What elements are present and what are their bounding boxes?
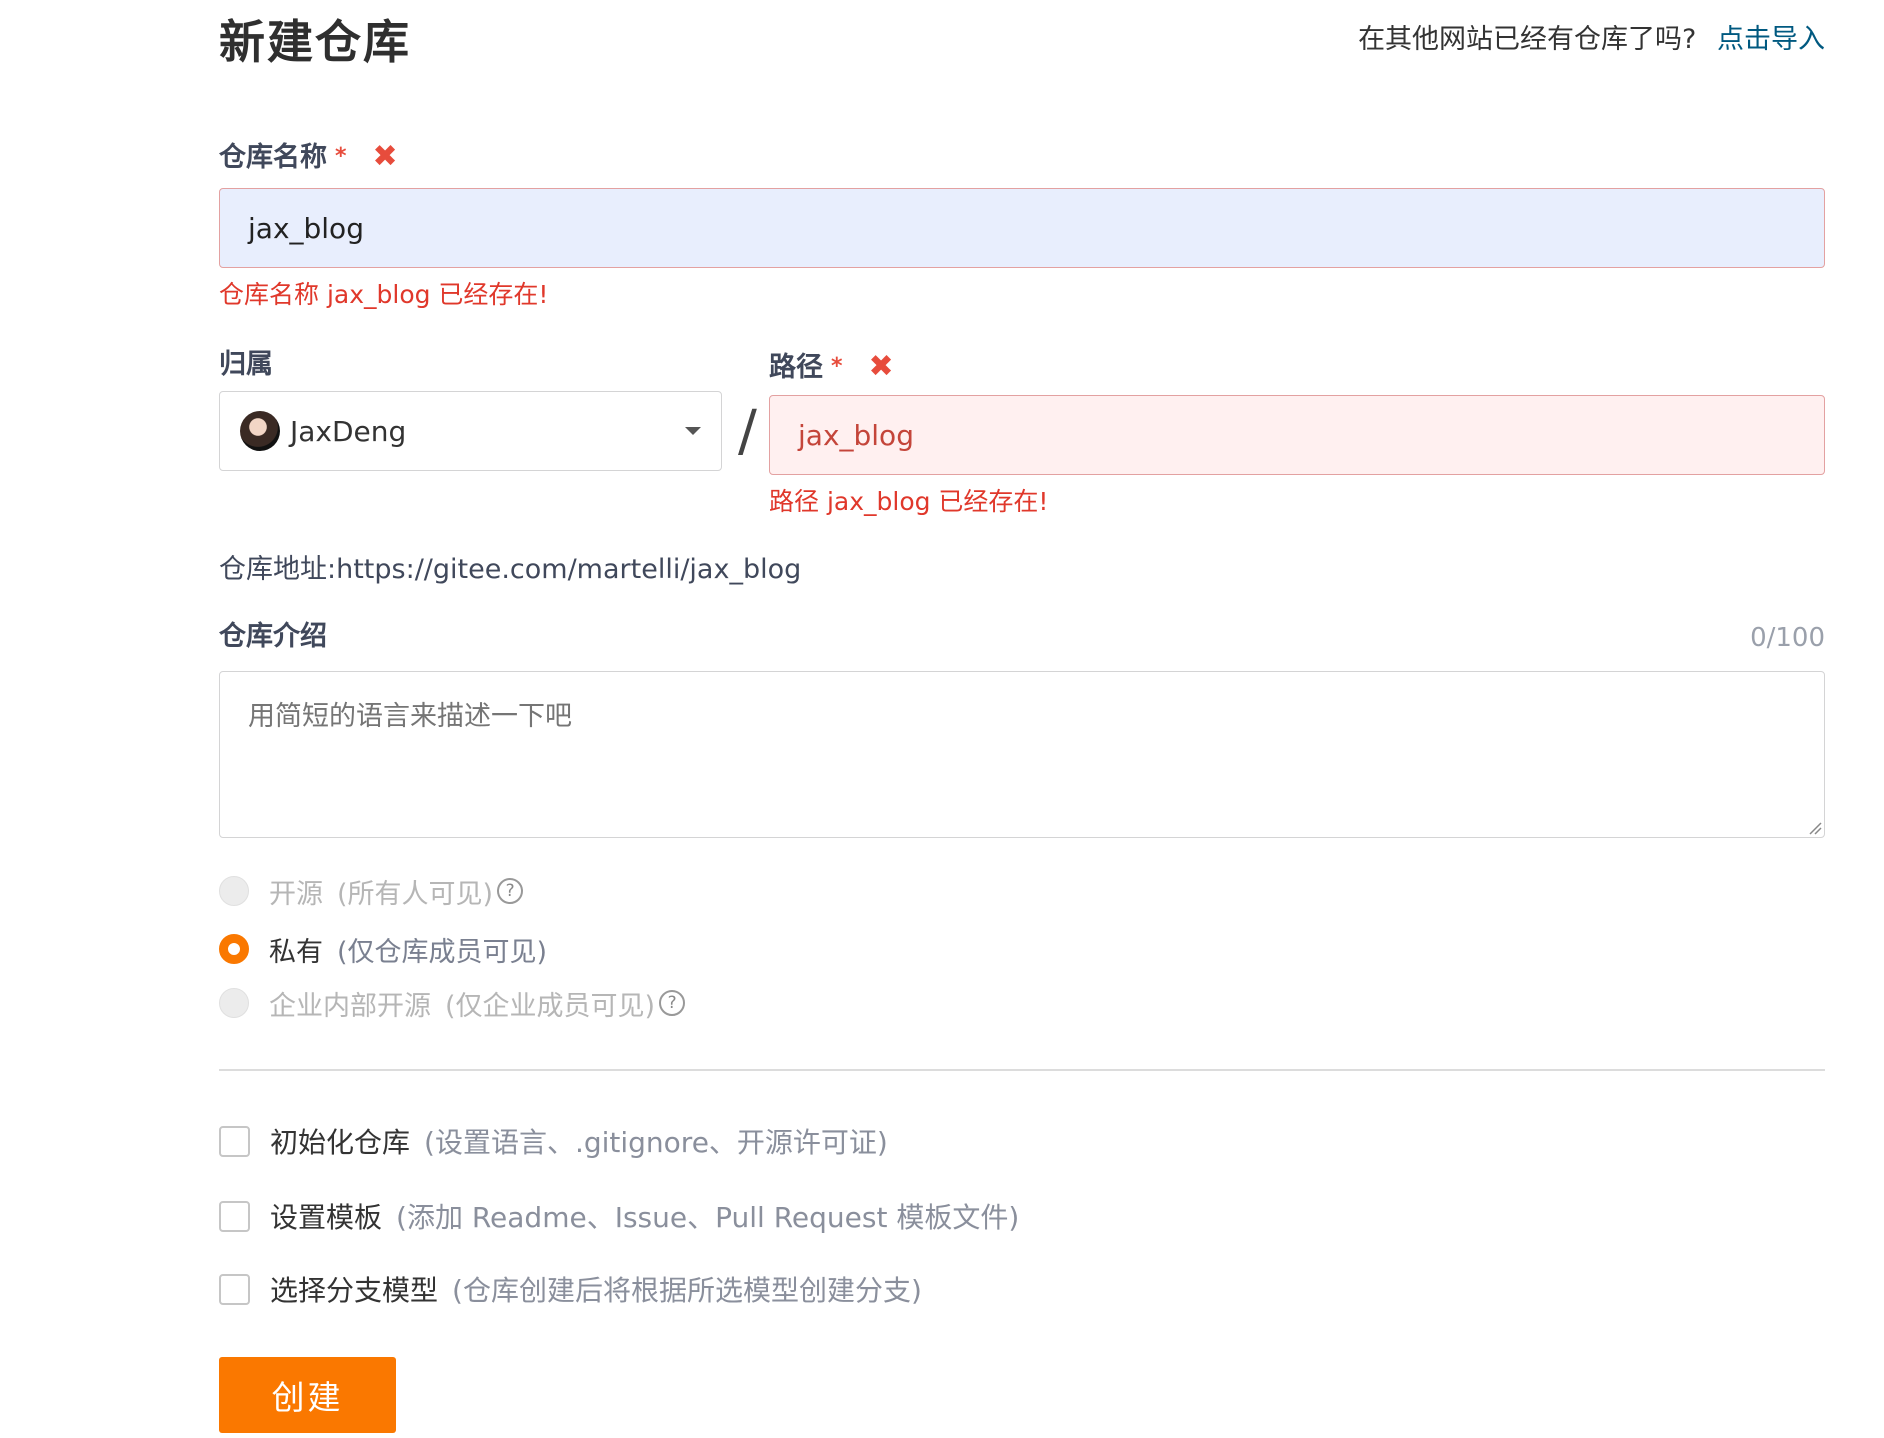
option-label: 设置模板 xyxy=(270,1201,383,1234)
help-icon[interactable]: ? xyxy=(659,990,686,1016)
owner-value: JaxDeng xyxy=(290,414,407,448)
visibility-label: 私有 xyxy=(269,936,323,968)
option-label: 选择分支模型 xyxy=(270,1274,439,1307)
import-prompt: 在其他网站已经有仓库了吗? 点击导入 xyxy=(1358,18,1825,62)
path-error: 路径 jax_blog 已经存在! xyxy=(769,487,1049,516)
owner-label: 归属 xyxy=(219,349,273,380)
required-mark: * xyxy=(831,354,843,379)
option-init-repo[interactable]: 初始化仓库 (设置语言、.gitignore、开源许可证) xyxy=(219,1119,888,1163)
visibility-option-enterprise[interactable]: 企业内部开源 (仅企业成员可见) ? xyxy=(219,983,686,1023)
path-label: 路径 xyxy=(769,352,823,383)
resize-handle-icon[interactable] xyxy=(1808,821,1822,835)
required-mark: * xyxy=(335,144,347,169)
option-hint: (仓库创建后将根据所选模型创建分支) xyxy=(452,1274,922,1307)
repo-name-input[interactable]: jax_blog xyxy=(219,188,1825,268)
repo-name-label-row: 仓库名称 * ✖ xyxy=(219,137,398,178)
path-separator: / xyxy=(738,399,757,464)
path-input[interactable]: jax_blog xyxy=(769,395,1825,475)
divider xyxy=(219,1069,1825,1071)
description-label: 仓库介绍 xyxy=(219,621,327,652)
visibility-option-public[interactable]: 开源 (所有人可见) ? xyxy=(219,871,524,911)
create-button[interactable]: 创建 xyxy=(219,1357,396,1433)
error-x-icon: ✖ xyxy=(372,139,398,174)
radio-private[interactable] xyxy=(219,934,249,964)
repo-name-error: 仓库名称 jax_blog 已经存在! xyxy=(219,280,549,309)
repo-name-label: 仓库名称 xyxy=(219,142,327,173)
description-textarea[interactable] xyxy=(219,671,1825,838)
description-counter: 0/100 xyxy=(1750,623,1825,653)
checkbox-set-template[interactable] xyxy=(219,1200,250,1232)
option-hint: (添加 Readme、Issue、Pull Request 模板文件) xyxy=(396,1201,1020,1234)
chevron-down-icon xyxy=(685,427,701,435)
option-branch-model[interactable]: 选择分支模型 (仓库创建后将根据所选模型创建分支) xyxy=(219,1267,922,1311)
import-link[interactable]: 点击导入 xyxy=(1717,24,1825,55)
owner-select[interactable]: JaxDeng xyxy=(219,391,722,471)
error-x-icon: ✖ xyxy=(868,349,894,384)
option-set-template[interactable]: 设置模板 (添加 Readme、Issue、Pull Request 模板文件) xyxy=(219,1194,1019,1238)
path-label-row: 路径 * ✖ xyxy=(769,347,894,388)
import-question: 在其他网站已经有仓库了吗? xyxy=(1358,24,1697,55)
visibility-label: 企业内部开源 xyxy=(269,990,431,1022)
checkbox-branch-model[interactable] xyxy=(219,1273,250,1305)
visibility-hint: (所有人可见) xyxy=(337,878,494,910)
checkbox-init-repo[interactable] xyxy=(219,1125,250,1157)
visibility-hint: (仅企业成员可见) xyxy=(445,990,656,1022)
repo-address-value: https://gitee.com/martelli/jax_blog xyxy=(336,554,802,585)
visibility-option-private[interactable]: 私有 (仅仓库成员可见) xyxy=(219,929,547,969)
visibility-label: 开源 xyxy=(269,878,323,910)
option-label: 初始化仓库 xyxy=(270,1126,411,1159)
repo-address-label: 仓库地址: xyxy=(219,554,337,585)
radio-public[interactable] xyxy=(219,876,249,906)
option-hint: (设置语言、.gitignore、开源许可证) xyxy=(424,1126,888,1159)
repo-name-value: jax_blog xyxy=(248,211,364,245)
visibility-hint: (仅仓库成员可见) xyxy=(337,936,548,968)
radio-enterprise[interactable] xyxy=(219,988,249,1018)
help-icon[interactable]: ? xyxy=(497,878,524,904)
path-value: jax_blog xyxy=(798,418,914,452)
repo-address: 仓库地址:https://gitee.com/martelli/jax_blog xyxy=(219,550,801,590)
page-title: 新建仓库 xyxy=(219,15,411,69)
avatar xyxy=(240,411,280,451)
